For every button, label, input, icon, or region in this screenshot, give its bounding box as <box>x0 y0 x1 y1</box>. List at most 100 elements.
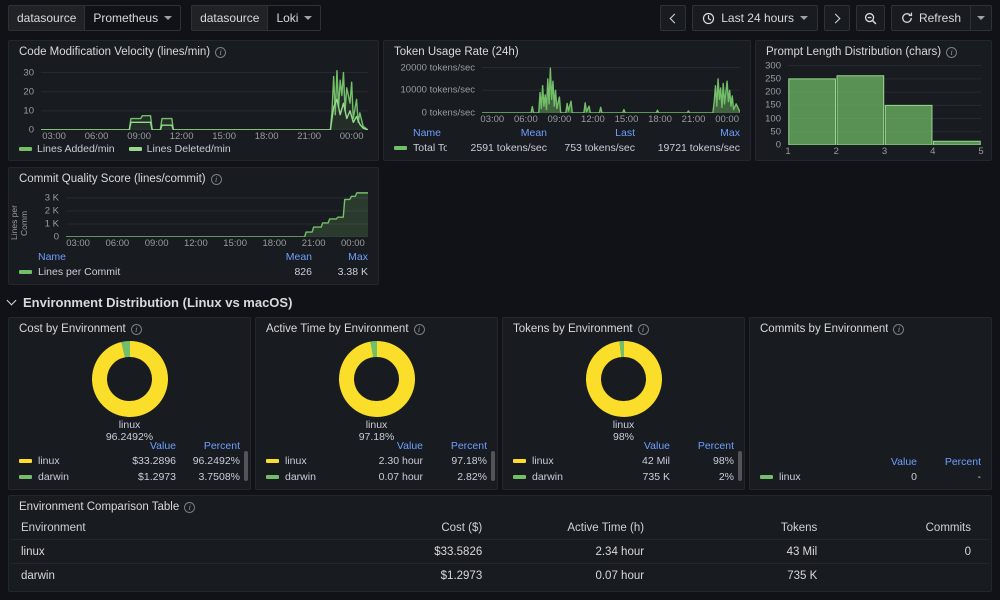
prompt-length-histogram[interactable]: 0 50 100 150 200 250 300 1 2 3 4 5 <box>762 60 984 157</box>
legend-label: darwin <box>532 471 563 483</box>
legend-percent: 2% <box>718 471 734 483</box>
legend-header-value[interactable]: Value <box>98 440 176 452</box>
info-icon[interactable]: i <box>130 323 142 335</box>
plot-area[interactable] <box>482 63 740 113</box>
legend-header-mean[interactable]: Mean <box>447 127 547 139</box>
col-header-active-time[interactable]: Active Time (h) <box>482 522 644 534</box>
refresh-label: Refresh <box>918 11 961 25</box>
legend-row-linux: linux 42 Mil 98% <box>513 453 734 469</box>
time-controls: Last 24 hours Refresh <box>660 5 992 31</box>
time-range-picker[interactable]: Last 24 hours <box>692 5 818 31</box>
commit-quality-chart[interactable]: 01 K2 K3 K 03:00 06:00 09:00 12:00 15:00 18:00… <box>38 188 370 249</box>
panel-title[interactable]: Code Modification Velocity (lines/min) <box>19 46 210 58</box>
velocity-time-series-chart[interactable]: 0 10 20 30 03:00 06:00 09:00 12:00 15:00 18:00 21:… <box>15 61 370 142</box>
legend-header-percent[interactable]: Percent <box>670 440 734 452</box>
legend-row-darwin: darwin 735 K 2% <box>513 469 734 485</box>
y-tick-label: 0 <box>53 231 59 243</box>
refresh-icon <box>902 12 913 23</box>
series-color-swatch <box>760 475 773 479</box>
legend-percent: 98% <box>712 455 734 467</box>
refresh-button[interactable]: Refresh <box>890 5 971 31</box>
legend-scrollbar[interactable] <box>738 451 742 481</box>
legend-series-name[interactable]: darwin <box>513 471 592 483</box>
commits-legend-table: Value Percent linux 0 - <box>750 454 991 489</box>
legend-header-last[interactable]: Last <box>547 127 635 139</box>
col-header-cost[interactable]: Cost ($) <box>320 522 482 534</box>
active-time-donut-chart[interactable] <box>338 341 415 417</box>
series-color-swatch <box>19 459 32 463</box>
panel-title[interactable]: Prompt Length Distribution (chars) <box>766 46 941 58</box>
legend-scrollbar[interactable] <box>491 451 495 481</box>
legend-series-name[interactable]: linux <box>266 455 345 467</box>
legend-series-name[interactable]: linux <box>513 455 592 467</box>
zoom-out-button[interactable] <box>855 5 885 31</box>
chevron-left-icon <box>669 13 680 23</box>
info-icon[interactable]: i <box>893 323 905 335</box>
legend-series-name[interactable]: darwin <box>266 471 345 483</box>
refresh-interval-dropdown[interactable] <box>970 5 992 31</box>
plot-area[interactable] <box>788 63 981 145</box>
panel-title[interactable]: Token Usage Rate (24h) <box>394 46 519 58</box>
legend-header-name[interactable]: Name <box>19 251 250 263</box>
legend-row-total-token-rate: Total Token Rate 2591 tokens/sec 753 tok… <box>394 140 740 156</box>
datasource-variable-prometheus: datasource Prometheus <box>8 5 182 31</box>
legend-percent: 96.2492% <box>192 455 240 467</box>
donut-hole <box>354 356 399 402</box>
info-icon[interactable]: i <box>637 323 649 335</box>
panel-title[interactable]: Active Time by Environment <box>266 323 409 335</box>
panel-title[interactable]: Commits by Environment <box>760 323 888 335</box>
plot-area[interactable] <box>41 63 368 130</box>
panel-title[interactable]: Environment Comparison Table <box>19 501 179 513</box>
legend-series-name[interactable]: linux <box>19 455 98 467</box>
x-tick-label: 21:00 <box>681 114 706 125</box>
panel-title[interactable]: Tokens by Environment <box>513 323 633 335</box>
legend-header-value[interactable]: Value <box>839 456 917 468</box>
token-rate-chart[interactable]: 0 tokens/sec 10000 tokens/sec 20000 tokens… <box>390 61 742 125</box>
legend-series-name[interactable]: Lines per Commit <box>19 266 250 278</box>
loki-datasource-picker[interactable]: Loki <box>267 5 322 31</box>
legend-item-lines-added[interactable]: Lines Added/min <box>19 143 115 155</box>
legend-header-mean[interactable]: Mean <box>250 251 312 263</box>
legend-header-percent[interactable]: Percent <box>917 456 981 468</box>
legend-header-value[interactable]: Value <box>345 440 423 452</box>
info-icon[interactable]: i <box>210 173 222 185</box>
legend-series-name[interactable]: Total Token Rate <box>394 142 447 154</box>
legend-row-lines-per-commit: Lines per Commit 826 3.38 K <box>19 264 368 280</box>
donut-label-name: linux <box>612 419 635 431</box>
legend-header-max[interactable]: Max <box>312 251 368 263</box>
legend-header-name[interactable]: Name <box>394 127 447 139</box>
legend-series-name[interactable]: darwin <box>19 471 98 483</box>
col-header-commits[interactable]: Commits <box>817 522 971 534</box>
legend-value: 735 K <box>642 471 670 483</box>
legend-header-percent[interactable]: Percent <box>176 440 240 452</box>
table-row-darwin: darwin $1.2973 0.07 hour 735 K <box>11 563 989 587</box>
legend-header-max[interactable]: Max <box>635 127 740 139</box>
info-icon[interactable]: i <box>215 46 227 58</box>
tokens-donut-chart[interactable] <box>585 341 662 417</box>
legend-scrollbar[interactable] <box>244 451 248 481</box>
cell-active-time: 2.34 hour <box>595 545 645 558</box>
legend-series-name[interactable]: linux <box>760 471 839 483</box>
info-icon[interactable]: i <box>413 323 425 335</box>
x-tick-label: 18:00 <box>648 114 672 125</box>
legend-header-percent[interactable]: Percent <box>423 440 487 452</box>
panel-title[interactable]: Cost by Environment <box>19 323 126 335</box>
cost-donut-chart[interactable] <box>91 341 168 417</box>
plot-area[interactable] <box>66 190 368 237</box>
row-environment-distribution[interactable]: Environment Distribution (Linux vs macOS… <box>6 292 292 312</box>
info-icon[interactable]: i <box>184 501 196 513</box>
col-header-environment[interactable]: Environment <box>21 522 320 534</box>
prometheus-datasource-picker[interactable]: Prometheus <box>84 5 182 31</box>
legend-value: 0 <box>911 471 917 483</box>
legend-item-lines-deleted[interactable]: Lines Deleted/min <box>128 143 231 155</box>
legend-value: $33.2896 <box>132 455 176 467</box>
time-shift-forward-button[interactable] <box>823 5 850 31</box>
time-shift-back-button[interactable] <box>660 5 687 31</box>
col-header-tokens[interactable]: Tokens <box>644 522 817 534</box>
legend-header-value[interactable]: Value <box>592 440 670 452</box>
info-icon[interactable]: i <box>946 46 958 58</box>
cell-commits: 0 <box>964 545 971 558</box>
y-tick-label: 300 <box>765 60 781 72</box>
y-tick-label: 1 K <box>44 218 59 230</box>
panel-title[interactable]: Commit Quality Score (lines/commit) <box>19 173 206 185</box>
